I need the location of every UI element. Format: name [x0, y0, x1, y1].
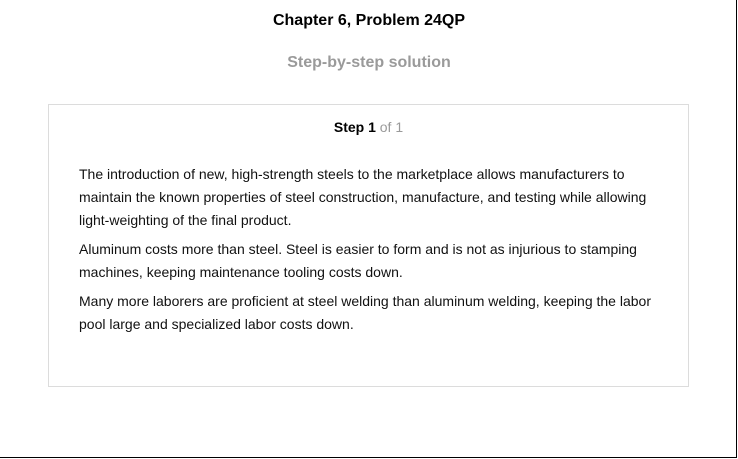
step-count: of 1 [379, 119, 404, 135]
solution-paragraph: Aluminum costs more than steel. Steel is… [79, 241, 637, 280]
page-subtitle: Step-by-step solution [287, 54, 451, 71]
solution-paragraph: The introduction of new, high-strength s… [79, 166, 647, 228]
page-title: Chapter 6, Problem 24QP [272, 12, 466, 29]
solution-paragraph: Many more laborers are proficient at ste… [79, 293, 651, 332]
solution-body: The introduction of new, high-strength s… [79, 163, 669, 342]
step-indicator: Step 1 of 1 [49, 119, 688, 135]
solution-card: Step 1 of 1 The introduction of new, hig… [48, 104, 689, 387]
step-label: Step 1 [333, 119, 376, 135]
